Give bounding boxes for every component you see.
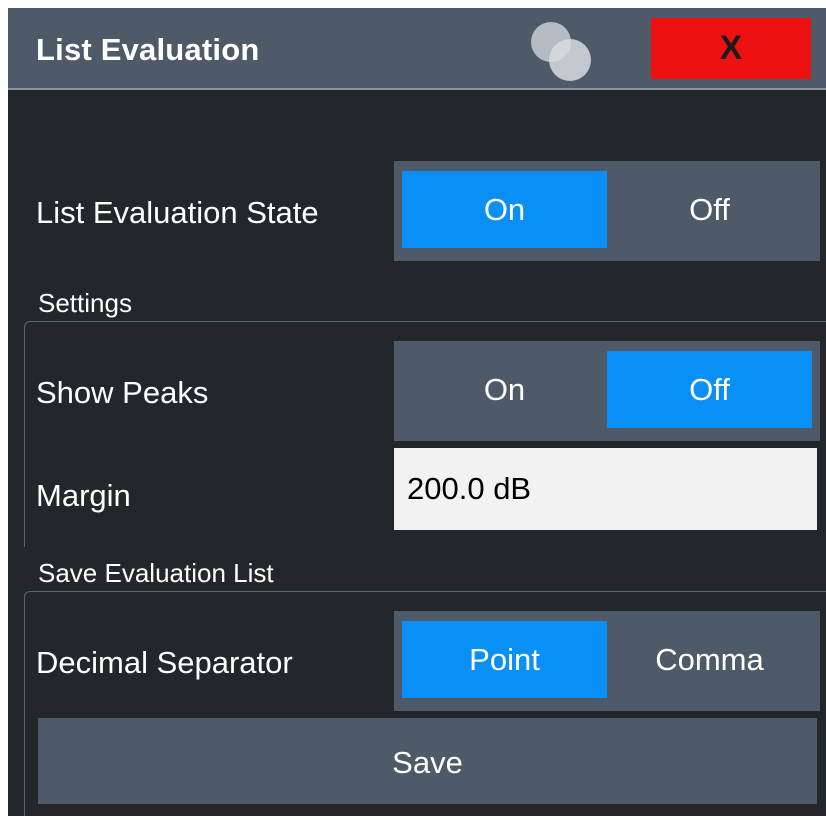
list-evaluation-state-on-button[interactable]: On: [402, 171, 607, 248]
decimal-separator-point-button[interactable]: Point: [402, 621, 607, 698]
list-evaluation-state-label: List Evaluation State: [36, 195, 319, 230]
dialog-title: List Evaluation: [36, 32, 260, 67]
margin-input[interactable]: 200.0 dB: [394, 448, 817, 530]
decimal-separator-toggle: Point Comma: [394, 611, 820, 711]
show-peaks-label: Show Peaks: [36, 375, 209, 410]
decimal-separator-label: Decimal Separator: [36, 645, 293, 680]
settings-section-label: Settings: [38, 288, 132, 318]
rs-logo-icon: [531, 22, 591, 81]
close-button[interactable]: X: [651, 18, 811, 79]
list-evaluation-state-off-button[interactable]: Off: [607, 171, 812, 248]
show-peaks-on-button[interactable]: On: [402, 351, 607, 428]
show-peaks-toggle: On Off: [394, 341, 820, 441]
list-evaluation-state-toggle: On Off: [394, 161, 820, 261]
show-peaks-off-button[interactable]: Off: [607, 351, 812, 428]
save-button[interactable]: Save: [38, 718, 817, 804]
decimal-separator-comma-button[interactable]: Comma: [607, 621, 812, 698]
list-evaluation-dialog: List Evaluation X List Evaluation State …: [8, 8, 826, 816]
margin-label: Margin: [36, 478, 131, 513]
save-evaluation-list-section-label: Save Evaluation List: [38, 558, 274, 588]
dialog-titlebar: List Evaluation X: [8, 8, 826, 90]
close-icon: X: [719, 29, 743, 67]
